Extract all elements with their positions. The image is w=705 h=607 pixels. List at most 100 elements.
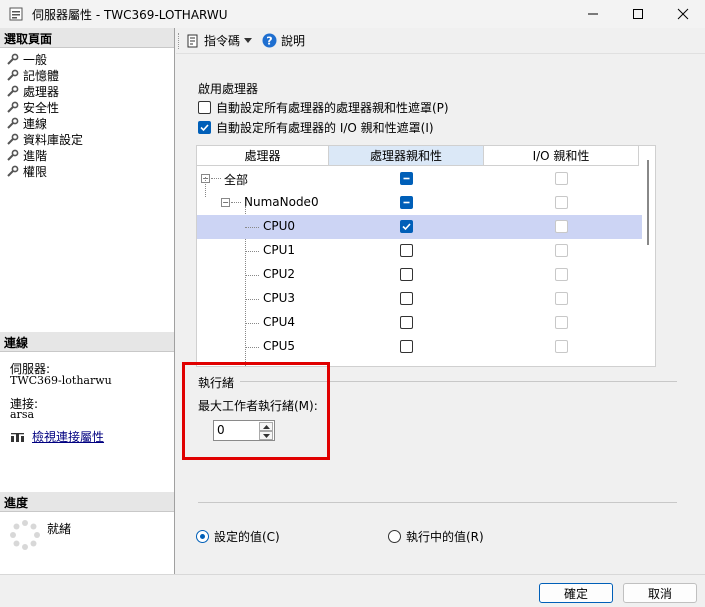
page-item-label: 進階 bbox=[23, 148, 48, 163]
table-row[interactable]: − 全部 bbox=[197, 167, 642, 191]
configured-values-radio[interactable] bbox=[196, 530, 209, 543]
running-values-radio[interactable] bbox=[388, 530, 401, 543]
column-header-processor[interactable]: 處理器 bbox=[197, 146, 329, 166]
io-affinity-checkbox bbox=[555, 196, 568, 209]
affinity-checkbox[interactable] bbox=[400, 292, 413, 305]
tree-line bbox=[231, 202, 241, 203]
affinity-checkbox[interactable] bbox=[400, 340, 413, 353]
help-button[interactable]: ? 說明 bbox=[262, 32, 305, 49]
page-item-label: 一般 bbox=[23, 52, 48, 67]
table-row[interactable]: CPU0 bbox=[197, 215, 642, 239]
maximize-icon bbox=[633, 9, 643, 19]
affinity-checkbox[interactable] bbox=[400, 244, 413, 257]
tree-line bbox=[245, 275, 259, 276]
wrench-icon bbox=[7, 101, 19, 113]
row-label: 全部 bbox=[224, 173, 249, 187]
minimize-button[interactable] bbox=[571, 0, 615, 28]
row-label: CPU1 bbox=[263, 243, 296, 257]
row-label: CPU5 bbox=[263, 339, 296, 353]
configured-values-label: 設定的值(C) bbox=[214, 530, 280, 544]
row-label: CPU3 bbox=[263, 291, 296, 305]
affinity-checkbox[interactable] bbox=[400, 172, 413, 185]
svg-text:?: ? bbox=[266, 35, 272, 48]
row-label: CPU2 bbox=[263, 267, 296, 281]
page-item-advanced[interactable]: 進階 bbox=[6, 147, 47, 163]
button-bar: 確定 取消 bbox=[0, 574, 705, 607]
ok-button[interactable]: 確定 bbox=[539, 583, 613, 603]
auto-processor-affinity-checkbox[interactable] bbox=[198, 101, 211, 114]
help-label: 說明 bbox=[281, 34, 306, 48]
row-label: NumaNode0 bbox=[244, 195, 319, 209]
auto-io-affinity-label: 自動設定所有處理器的 I/O 親和性遮罩(I) bbox=[216, 121, 434, 135]
page-item-connections[interactable]: 連線 bbox=[6, 115, 47, 131]
left-pane: 選取頁面 一般 記憶體 處理器 安全性 連線 資料庫設定 進階 權限 連線 伺服… bbox=[0, 28, 175, 574]
wrench-icon bbox=[7, 133, 19, 145]
page-item-processors[interactable]: 處理器 bbox=[6, 83, 59, 99]
auto-processor-affinity-option[interactable]: 自動設定所有處理器的處理器親和性遮罩(P) bbox=[198, 99, 449, 116]
view-connection-properties[interactable]: 檢視連接屬性 bbox=[10, 428, 104, 445]
page-item-memory[interactable]: 記憶體 bbox=[6, 67, 59, 83]
help-icon: ? bbox=[262, 33, 277, 48]
page-item-permissions[interactable]: 權限 bbox=[6, 163, 47, 179]
script-button[interactable]: 指令碼 bbox=[186, 32, 253, 49]
row-label: CPU4 bbox=[263, 315, 296, 329]
progress-status: 就緒 bbox=[47, 522, 72, 536]
wrench-icon bbox=[7, 117, 19, 129]
wrench-icon bbox=[7, 69, 19, 81]
column-header-io-affinity[interactable]: I/O 親和性 bbox=[484, 146, 639, 166]
progress-spinner-icon bbox=[10, 520, 40, 550]
page-item-label: 處理器 bbox=[23, 84, 60, 99]
close-button[interactable] bbox=[661, 0, 705, 28]
wrench-icon bbox=[7, 85, 19, 97]
running-values-option[interactable]: 執行中的值(R) bbox=[388, 528, 484, 545]
io-affinity-checkbox bbox=[555, 220, 568, 233]
running-values-label: 執行中的值(R) bbox=[406, 530, 484, 544]
separator bbox=[198, 502, 677, 503]
indeterminate-icon bbox=[403, 177, 410, 180]
minimize-icon bbox=[588, 13, 598, 15]
row-label: CPU0 bbox=[263, 219, 296, 233]
configured-values-option[interactable]: 設定的值(C) bbox=[196, 528, 280, 545]
auto-io-affinity-checkbox[interactable] bbox=[198, 121, 211, 134]
affinity-checkbox[interactable] bbox=[400, 220, 413, 233]
server-value: TWC369-lotharwu bbox=[10, 374, 112, 387]
table-row[interactable]: CPU3 bbox=[197, 287, 642, 311]
cancel-button[interactable]: 取消 bbox=[623, 583, 697, 603]
view-connection-link[interactable]: 檢視連接屬性 bbox=[32, 428, 104, 445]
auto-io-affinity-option[interactable]: 自動設定所有處理器的 I/O 親和性遮罩(I) bbox=[198, 119, 434, 136]
auto-processor-affinity-label: 自動設定所有處理器的處理器親和性遮罩(P) bbox=[216, 101, 449, 115]
io-affinity-checkbox bbox=[555, 268, 568, 281]
table-row[interactable]: − NumaNode0 bbox=[197, 177, 642, 215]
table-row[interactable]: CPU1 bbox=[197, 239, 642, 263]
tree-line bbox=[211, 178, 221, 179]
io-affinity-checkbox bbox=[555, 340, 568, 353]
tree-line bbox=[205, 177, 206, 197]
page-item-general[interactable]: 一般 bbox=[6, 51, 47, 67]
affinity-checkbox[interactable] bbox=[400, 268, 413, 281]
tree-line bbox=[245, 299, 259, 300]
script-label: 指令碼 bbox=[204, 34, 241, 48]
column-header-processor-affinity[interactable]: 處理器親和性 bbox=[329, 146, 484, 166]
close-icon bbox=[677, 8, 689, 20]
tree-line bbox=[245, 251, 259, 252]
page-item-security[interactable]: 安全性 bbox=[6, 99, 59, 115]
table-row[interactable]: CPU5 bbox=[197, 335, 642, 359]
page-item-database-settings[interactable]: 資料庫設定 bbox=[6, 131, 83, 147]
progress-header: 進度 bbox=[0, 492, 174, 512]
maximize-button[interactable] bbox=[616, 0, 660, 28]
app-icon bbox=[9, 7, 23, 21]
table-row[interactable]: CPU2 bbox=[197, 263, 642, 287]
grid-scrollbar-thumb[interactable] bbox=[647, 160, 649, 245]
highlight-box bbox=[182, 362, 330, 460]
table-row[interactable]: CPU4 bbox=[197, 311, 642, 335]
processor-grid: 處理器 處理器親和性 I/O 親和性 − 全部 − NumaNode0 CPU0… bbox=[196, 145, 656, 367]
chevron-down-icon bbox=[244, 37, 253, 43]
collapse-icon[interactable]: − bbox=[221, 198, 230, 207]
affinity-checkbox[interactable] bbox=[400, 316, 413, 329]
checkmark-icon bbox=[200, 124, 209, 132]
affinity-checkbox[interactable] bbox=[400, 196, 413, 209]
enable-processors-title: 啟用處理器 bbox=[198, 82, 259, 96]
indeterminate-icon bbox=[403, 201, 410, 204]
io-affinity-checkbox bbox=[555, 244, 568, 257]
page-item-label: 記憶體 bbox=[23, 68, 60, 83]
